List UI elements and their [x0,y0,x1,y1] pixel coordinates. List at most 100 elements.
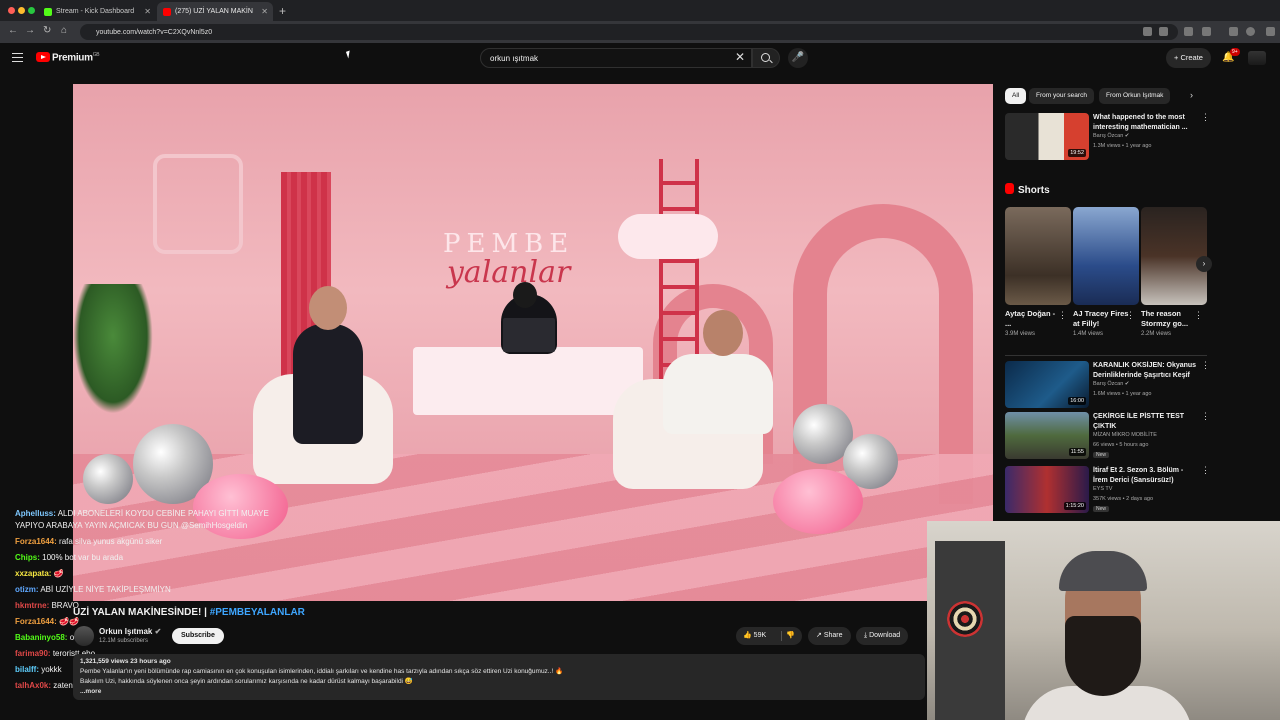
extensions-puzzle-icon[interactable] [1202,27,1211,36]
short-item[interactable]: The reason Stormzy go... 2.2M views ⋮ [1141,207,1207,337]
install-icon[interactable] [1143,27,1152,36]
address-bar[interactable]: youtube.com/watch?v=C2XQvNnl5z0 [80,24,1178,40]
recommended-video[interactable]: 11:55 ÇEKİRGE İLE PİSTTE TEST ÇIKTIK MİZ… [1005,412,1210,460]
account-avatar[interactable] [1248,51,1266,65]
shorts-next-arrow-icon[interactable]: › [1196,256,1212,272]
hamburger-menu-icon[interactable] [12,53,23,62]
microphone-icon[interactable]: 🎤 [788,48,808,68]
recommended-title[interactable]: What happened to the most interesting ma… [1093,113,1197,132]
create-button[interactable]: + Create [1166,48,1211,68]
recommended-channel[interactable]: Barış Özcan ✔ [1093,133,1129,139]
view-count-date: 1,321,559 views 23 hours ago [80,658,171,665]
close-tab-icon[interactable]: ✕ [261,7,268,16]
recommended-video[interactable]: 19:52 What happened to the most interest… [1005,113,1210,161]
recommended-title[interactable]: İtiraf Et 2. Sezon 3. Bölüm - İrem Deric… [1093,466,1197,485]
youtube-premium-label[interactable]: PremiumGB [52,52,100,63]
extension-icon[interactable] [1184,27,1193,36]
browser-toolbar: ← → ↻ ⌂ youtube.com/watch?v=C2XQvNnl5z0 [0,21,1280,43]
like-button[interactable]: 👍 59K [743,627,766,645]
chat-message: xxzapata: 🥩 [15,569,64,578]
stage-logo: PEMBE yalanlar [443,229,574,290]
profile-avatar-icon[interactable] [1246,27,1255,36]
close-window-icon[interactable] [8,7,15,14]
url-text: youtube.com/watch?v=C2XQvNnl5z0 [96,28,213,36]
notification-count-badge: 9+ [1230,48,1240,56]
recommended-video[interactable]: 16:00 KARANLIK OKSİJEN: Okyanus Derinlik… [1005,361,1210,409]
video-title: UZİ YALAN MAKİNESİNDE! | #PEMBEYALANLAR [73,607,305,618]
short-title[interactable]: The reason Stormzy go... [1141,309,1199,329]
share-button[interactable]: ↗ Share [808,627,851,645]
back-icon[interactable]: ← [8,25,18,36]
media-control-icon[interactable] [1229,27,1238,36]
short-item[interactable]: AJ Tracey Fires at Filly! 1.4M views ⋮ [1073,207,1139,337]
description-line: Bakalım Uzi, hakkında söylenen onca şeyi… [80,678,413,685]
more-actions-icon[interactable]: ⋮ [1058,310,1067,321]
duration-badge: 19:52 [1068,149,1086,157]
new-tab-icon[interactable]: + [279,4,286,18]
video-description[interactable]: 1,321,559 views 23 hours ago Pembe Yalan… [73,654,925,700]
tab-title: Stream - Kick Dashboard [56,8,135,15]
short-title[interactable]: AJ Tracey Fires at Filly! [1073,309,1131,329]
more-actions-icon[interactable]: ⋮ [1201,466,1210,475]
channel-name[interactable]: Orkun Işıtmak ✔ [99,627,161,636]
bookmark-star-icon[interactable] [1159,27,1168,36]
close-tab-icon[interactable]: ✕ [144,7,151,16]
download-button[interactable]: ⤓ Download [856,627,909,645]
youtube-header: PremiumGB orkun ışıtmak ✕ 🎤 + Create 🔔 9… [0,43,1280,73]
browser-menu-icon[interactable] [1266,27,1275,36]
more-actions-icon[interactable]: ⋮ [1201,412,1210,421]
maximize-window-icon[interactable] [28,7,35,14]
search-input[interactable]: orkun ışıtmak [480,48,752,68]
tab-title: (275) UZİ YALAN MAKİN [175,8,253,15]
clear-search-icon[interactable]: ✕ [735,50,745,64]
show-more-link[interactable]: ...more [80,687,918,697]
channel-avatar[interactable] [74,626,94,646]
more-actions-icon[interactable]: ⋮ [1201,113,1210,122]
pink-pouf [773,469,863,534]
chip-from-channel[interactable]: From Orkun Işıtmak [1099,88,1171,104]
recommended-title[interactable]: ÇEKİRGE İLE PİSTTE TEST ÇIKTIK [1093,412,1197,431]
recommended-channel[interactable]: Barış Özcan ✔ [1093,381,1129,387]
more-actions-icon[interactable]: ⋮ [1194,310,1203,321]
chevron-right-icon[interactable]: › [1190,90,1193,100]
short-thumbnail[interactable] [1141,207,1207,305]
video-thumbnail[interactable]: 19:52 [1005,113,1089,160]
short-thumbnail[interactable] [1073,207,1139,305]
dislike-button[interactable]: 👎 [786,627,795,645]
stage-frame-decor [153,154,243,254]
recommended-channel[interactable]: MİZAN MİKRO MOBİLİTE [1093,432,1157,438]
thumbs-up-icon: 👍 [743,632,752,639]
browser-tab-youtube[interactable]: (275) UZİ YALAN MAKİN ✕ [157,2,273,21]
short-title[interactable]: Aytaç Doğan - ... [1005,309,1063,329]
shorts-logo-icon [1005,183,1014,194]
description-line: Pembe Yalanlar'ın yeni bölümünde rap cam… [80,668,564,675]
stage-desk [413,347,643,415]
recommended-video[interactable]: 1:15:20 İtiraf Et 2. Sezon 3. Bölüm - İr… [1005,466,1210,514]
reload-icon[interactable]: ↻ [43,25,51,36]
youtube-logo-icon[interactable] [36,52,50,62]
recommended-meta: 1.3M views • 1 year ago [1093,143,1152,149]
video-thumbnail[interactable]: 16:00 [1005,361,1089,408]
recommended-channel[interactable]: EYS TV [1093,486,1112,492]
chat-message: Aphelluss: ALDI ABONELERİ KOYDU CEBİNE P… [15,509,269,530]
shorts-heading: Shorts [1005,183,1050,196]
video-thumbnail[interactable]: 11:55 [1005,412,1089,459]
streamer-cap [1059,551,1147,591]
subscribe-button[interactable]: Subscribe [172,628,224,644]
hashtag-link[interactable]: #PEMBEYALANLAR [210,607,305,618]
forward-icon[interactable]: → [25,25,35,36]
recommended-title[interactable]: KARANLIK OKSİJEN: Okyanus Derinliklerind… [1093,361,1197,380]
chip-from-search[interactable]: From your search [1029,88,1094,104]
more-actions-icon[interactable]: ⋮ [1126,310,1135,321]
minimize-window-icon[interactable] [18,7,25,14]
search-icon[interactable] [752,48,780,68]
chip-all[interactable]: All [1005,88,1027,104]
duration-badge: 11:55 [1068,448,1086,456]
home-icon[interactable]: ⌂ [61,25,67,36]
short-thumbnail[interactable] [1005,207,1071,305]
video-thumbnail[interactable]: 1:15:20 [1005,466,1089,513]
guest-right-figure [663,354,773,434]
more-actions-icon[interactable]: ⋮ [1201,361,1210,370]
browser-tab-kick[interactable]: Stream - Kick Dashboard ✕ [38,2,156,21]
short-item[interactable]: Aytaç Doğan - ... 3.9M views ⋮ [1005,207,1071,337]
